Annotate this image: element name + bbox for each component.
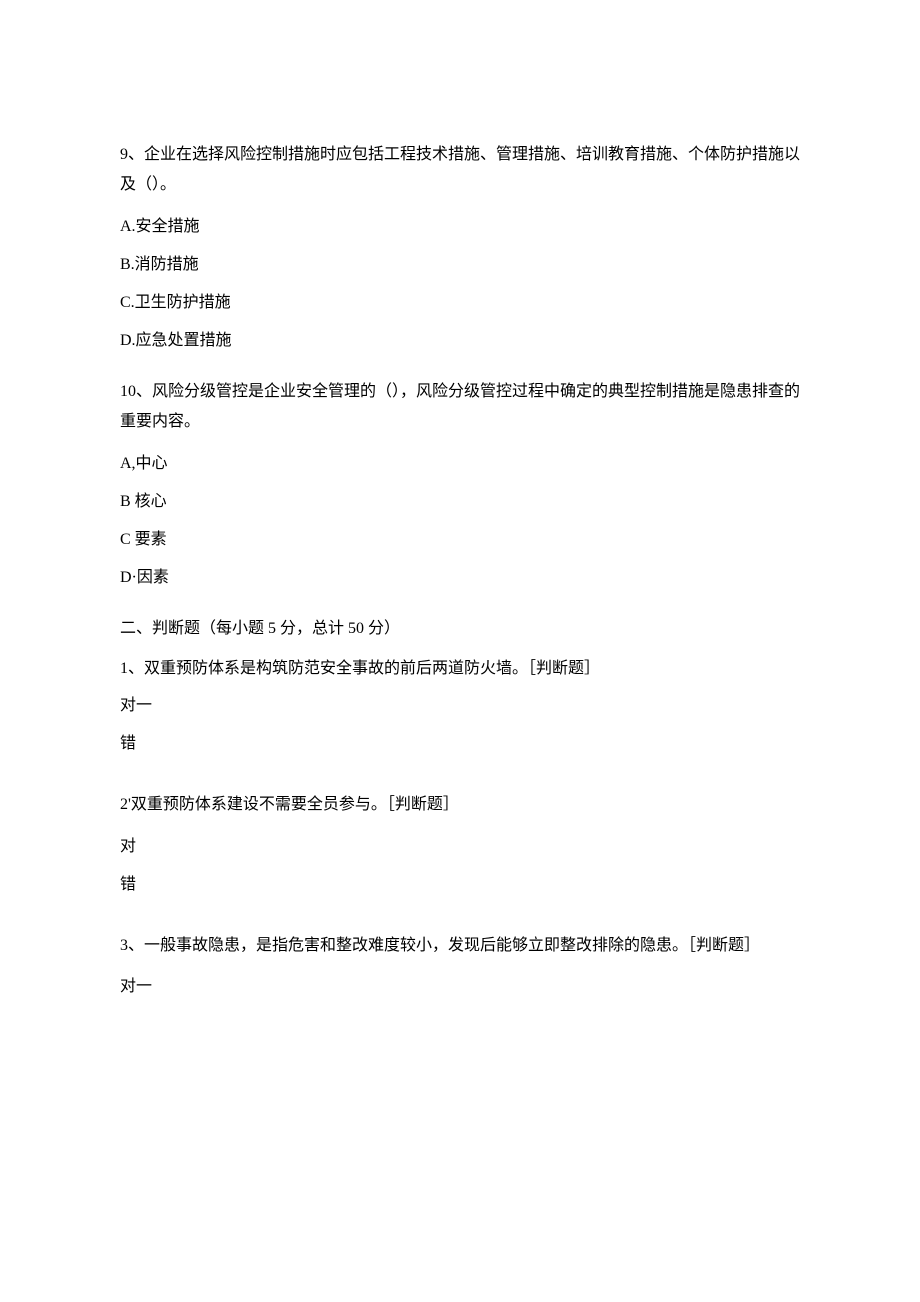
judge-3-text: 3、一般事故隐患，是指危害和整改难度较小，发现后能够立即整改排除的隐患。［判断题… bbox=[120, 931, 800, 961]
question-10-option-b: B 核心 bbox=[120, 490, 800, 514]
judge-2-false: 错 bbox=[120, 873, 800, 897]
question-10-option-d: D·因素 bbox=[120, 566, 800, 590]
judge-2-true: 对 bbox=[120, 835, 800, 859]
section-2-title: 二、判断题（每小题 5 分，总计 50 分） bbox=[120, 614, 800, 644]
question-10-option-c: C 要素 bbox=[120, 528, 800, 552]
judge-1-text: 1、双重预防体系是构筑防范安全事故的前后两道防火墙。［判断题］ bbox=[120, 654, 800, 684]
judge-1: 1、双重预防体系是构筑防范安全事故的前后两道防火墙。［判断题］ 对一 错 bbox=[120, 654, 800, 756]
question-9: 9、企业在选择风险控制措施时应包括工程技术措施、管理措施、培训教育措施、个体防护… bbox=[120, 140, 800, 353]
question-9-option-c: C.卫生防护措施 bbox=[120, 291, 800, 315]
question-10-option-a: A,中心 bbox=[120, 452, 800, 476]
judge-2-text: 2'双重预防体系建设不需要全员参与。［判断题］ bbox=[120, 790, 800, 820]
judge-1-false: 错 bbox=[120, 732, 800, 756]
question-9-option-d: D.应急处置措施 bbox=[120, 329, 800, 353]
judge-1-true: 对一 bbox=[120, 694, 800, 718]
question-9-option-b: B.消防措施 bbox=[120, 253, 800, 277]
question-10: 10、风险分级管控是企业安全管理的（），风险分级管控过程中确定的典型控制措施是隐… bbox=[120, 377, 800, 590]
question-9-text: 9、企业在选择风险控制措施时应包括工程技术措施、管理措施、培训教育措施、个体防护… bbox=[120, 140, 800, 201]
judge-3-true: 对一 bbox=[120, 975, 800, 999]
judge-2: 2'双重预防体系建设不需要全员参与。［判断题］ 对 错 bbox=[120, 790, 800, 896]
question-9-option-a: A.安全措施 bbox=[120, 215, 800, 239]
question-10-text: 10、风险分级管控是企业安全管理的（），风险分级管控过程中确定的典型控制措施是隐… bbox=[120, 377, 800, 438]
judge-3: 3、一般事故隐患，是指危害和整改难度较小，发现后能够立即整改排除的隐患。［判断题… bbox=[120, 931, 800, 999]
